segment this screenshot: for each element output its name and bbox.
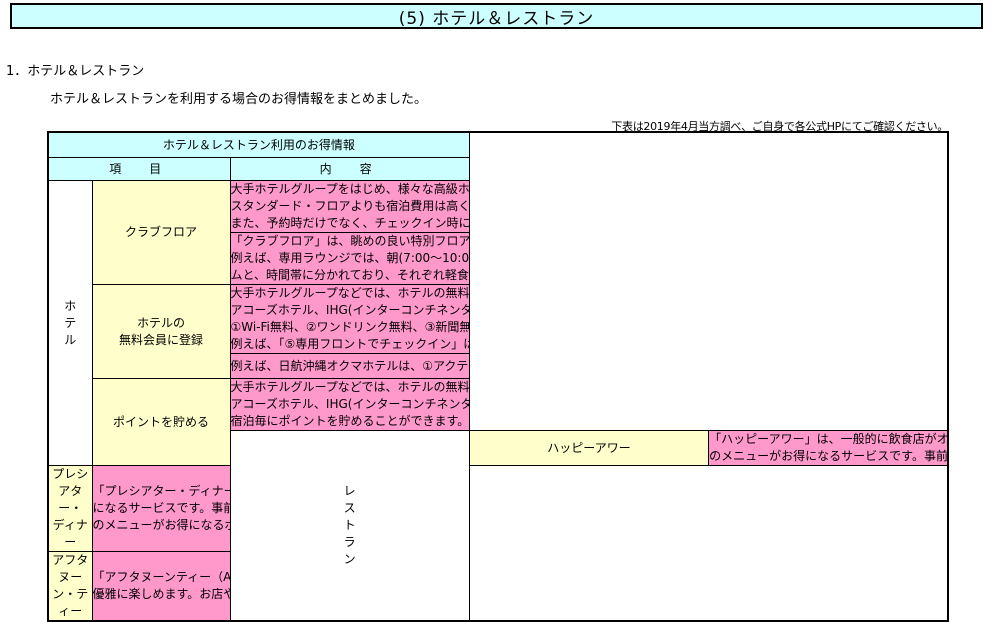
table-row: プレシアター・ ディナー 「プレシアター・ディナー」は、ヨーロッパやアメリカなど… <box>47 465 948 552</box>
table-title: ホテル＆レストラン利用のお得情報 <box>47 131 470 158</box>
item-points: ポイントを貯める <box>91 378 231 466</box>
table-header-row: 項 目 内 容 <box>47 157 948 181</box>
item-happy-hour: ハッピーアワー <box>468 430 710 466</box>
benefits-table: ホテル＆レストラン利用のお得情報 項 目 内 容 ホテル クラブフロア 大手ホテ… <box>47 131 949 622</box>
table-title-row: ホテル＆レストラン利用のお得情報 <box>47 131 948 158</box>
content-afternoon-tea: 「アフタヌーンティー（Afternoon tea）」は、英国発祥の喫茶習慣です。… <box>91 551 231 622</box>
item-afternoon-tea: アフタヌーン・ティー <box>47 551 93 622</box>
content-pre-theater: 「プレシアター・ディナー」は、ヨーロッパやアメリカなどでミュージカルが始まる前の… <box>91 465 231 552</box>
intro-text: ホテル＆レストランを利用する場合のお得情報をまとめました。 <box>50 92 428 107</box>
content-club-floor-1: 大手ホテルグループをはじめ、様々な高級ホテルに設けられている特別な空間「クラブフ… <box>229 180 470 233</box>
section-heading: 1．ホテル＆レストラン <box>6 64 145 79</box>
table-row: ホテル クラブフロア 大手ホテルグループをはじめ、様々な高級ホテルに設けられてい… <box>47 180 948 466</box>
section-banner: (5) ホテル＆レストラン <box>10 3 983 29</box>
column-header-content: 内 容 <box>229 157 470 181</box>
table-row: ポイントを貯める 大手ホテルグループなどでは、ホテルの無料会員に登録することがで… <box>48 378 948 466</box>
content-happy-hour: 「ハッピーアワー」は、一般的に飲食店がオープンする15時、16時頃から店が混み始… <box>708 430 949 466</box>
content-free-member-1: 大手ホテルグループなどでは、ホテルの無料会員に登録することができます。（宿泊する… <box>229 284 470 354</box>
content-points: 大手ホテルグループなどでは、ホテルの無料会員に登録することができます。（宿泊する… <box>229 378 470 431</box>
item-club-floor: クラブフロア <box>91 180 231 285</box>
content-club-floor-2: 「クラブフロア」は、眺めの良い特別フロア、そして専用ラウンジで食べ放題＆飲み放題… <box>229 232 470 285</box>
item-free-member: ホテルの 無料会員に登録 <box>91 284 231 379</box>
item-pre-theater: プレシアター・ ディナー <box>47 465 93 552</box>
category-restaurant: レストラン <box>229 430 470 622</box>
category-hotel: ホテル <box>47 180 93 466</box>
table-row: ホテルの 無料会員に登録 大手ホテルグループなどでは、ホテルの無料会員に登録する… <box>48 284 948 379</box>
column-header-item: 項 目 <box>47 157 231 181</box>
table-row: アフタヌーン・ティー 「アフタヌーンティー（Afternoon tea）」は、英… <box>47 551 948 622</box>
content-free-member-2: 例えば、日航沖縄オクマホテルは、①アクティビティ、②Wi-Fi無料(フリーWi-… <box>229 353 470 379</box>
